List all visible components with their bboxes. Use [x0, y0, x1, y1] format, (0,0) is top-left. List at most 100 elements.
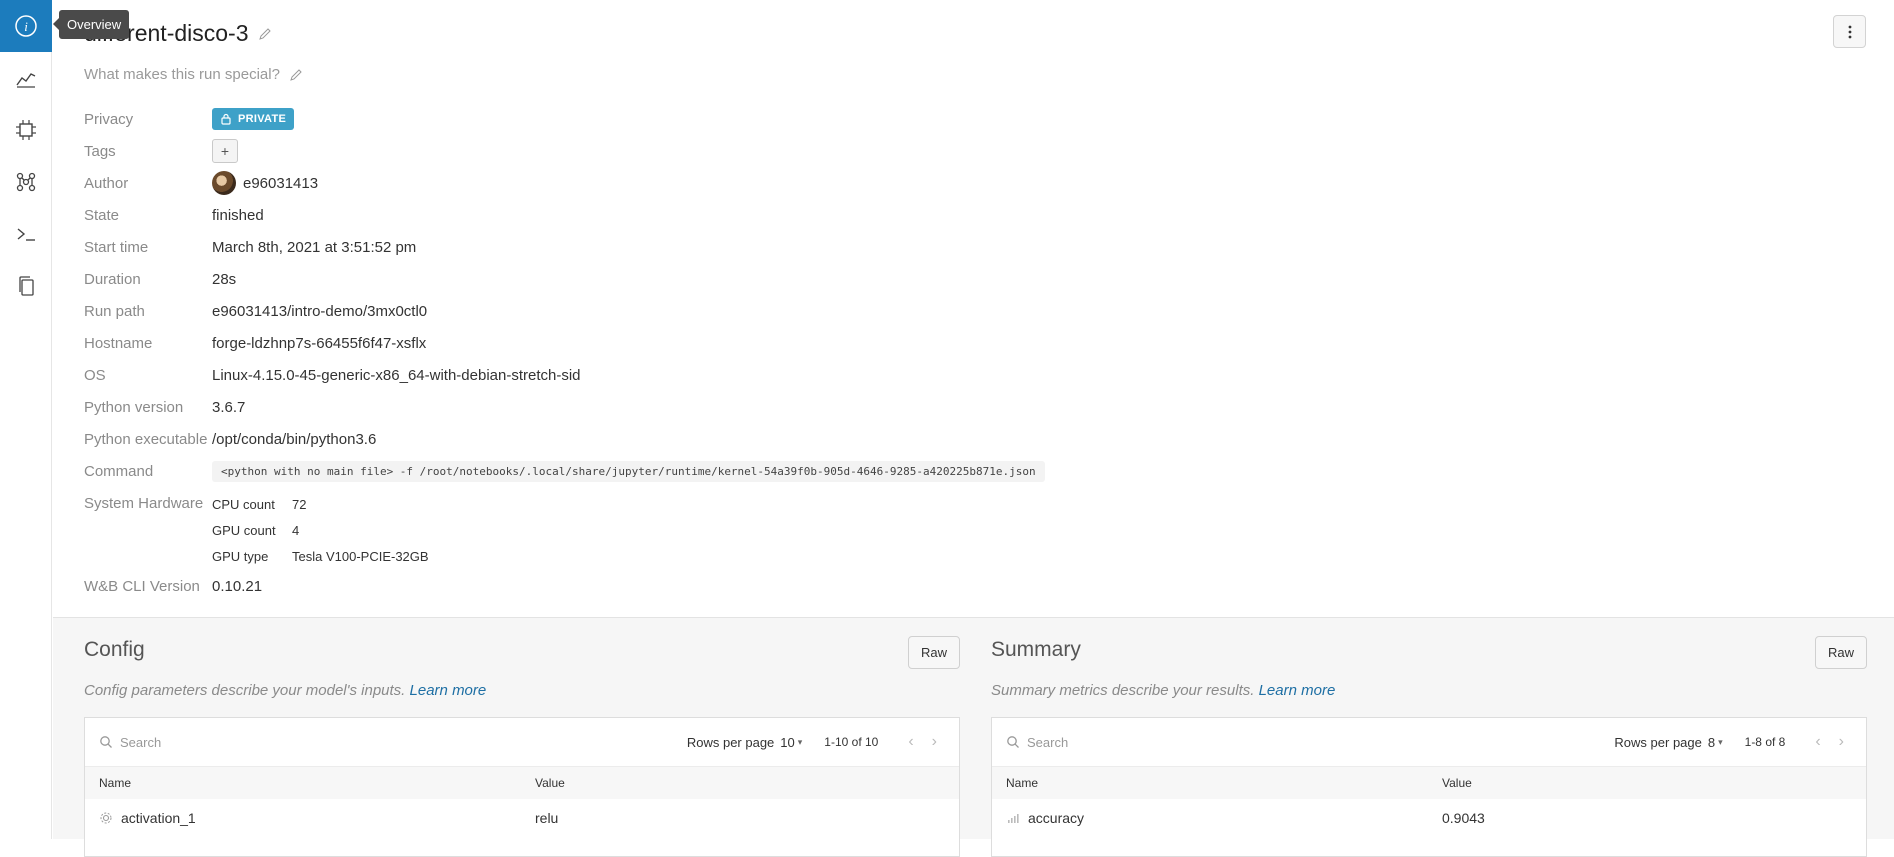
- hardware-key: GPU type: [212, 548, 269, 564]
- hardware-key: CPU count: [212, 496, 275, 512]
- sidebar-item-model[interactable]: [0, 156, 52, 208]
- info-icon: i: [15, 15, 37, 37]
- meta-label: Run path: [84, 302, 145, 320]
- python-executable-value: /opt/conda/bin/python3.6: [212, 430, 377, 448]
- run-description[interactable]: What makes this run special?: [84, 66, 303, 83]
- svg-text:i: i: [24, 19, 28, 34]
- meta-label: State: [84, 206, 120, 224]
- line-chart-icon: [16, 73, 36, 88]
- hardware-value: Tesla V100-PCIE-32GB: [292, 548, 429, 564]
- prev-page-icon[interactable]: ‹: [908, 733, 913, 751]
- model-graph-icon: [16, 172, 36, 192]
- hardware-row: GPU type Tesla V100-PCIE-32GB: [212, 543, 429, 569]
- summary-table-toolbar: Search Rows per page 8 ▾ 1-8 of 8 ‹ ›: [992, 718, 1866, 767]
- summary-learn-more-link[interactable]: Learn more: [1259, 682, 1336, 699]
- search-icon: [1007, 736, 1019, 748]
- start-time-value: March 8th, 2021 at 3:51:52 pm: [212, 238, 417, 256]
- config-learn-more-link[interactable]: Learn more: [410, 682, 487, 699]
- summary-key: accuracy: [1006, 810, 1442, 826]
- next-page-icon[interactable]: ›: [932, 733, 937, 751]
- os-value: Linux-4.15.0-45-generic-x86_64-with-debi…: [212, 366, 581, 384]
- summary-description: Summary metrics describe your results. L…: [991, 682, 1335, 699]
- sidebar-item-charts[interactable]: [0, 52, 52, 104]
- config-rows-per-page[interactable]: Rows per page 10 ▾: [687, 735, 802, 750]
- col-name-header[interactable]: Name: [99, 776, 535, 790]
- meta-hostname: Hostname forge-ldzhnp7s-66455f6f47-xsflx: [84, 331, 426, 355]
- meta-label: W&B CLI Version: [84, 577, 200, 595]
- add-tag-button[interactable]: +: [212, 139, 238, 163]
- table-row: activation_1 relu: [85, 799, 959, 837]
- more-options-button[interactable]: [1833, 15, 1866, 48]
- meta-python-executable: Python executable /opt/conda/bin/python3…: [84, 427, 376, 451]
- avatar[interactable]: [212, 171, 236, 195]
- summary-search[interactable]: Search: [1006, 735, 1614, 750]
- config-table: Search Rows per page 10 ▾ 1-10 of 10 ‹ ›…: [84, 717, 960, 857]
- summary-key-name: accuracy: [1028, 810, 1085, 826]
- summary-table: Search Rows per page 8 ▾ 1-8 of 8 ‹ › Na…: [991, 717, 1867, 857]
- meta-label: Start time: [84, 238, 149, 256]
- sidebar-item-overview[interactable]: i: [0, 0, 52, 52]
- config-value: relu: [535, 810, 559, 826]
- overview-tooltip: Overview: [52, 10, 130, 39]
- config-panel: Config Raw Config parameters describe yo…: [53, 618, 960, 857]
- run-path-value: e96031413/intro-demo/3mx0ctl0: [212, 302, 428, 320]
- privacy-value: PRIVATE: [238, 113, 287, 125]
- rows-per-page-label: Rows per page: [1614, 734, 1702, 750]
- description-placeholder: What makes this run special?: [84, 66, 280, 83]
- meta-author: Author e96031413: [84, 171, 318, 195]
- search-icon: [100, 736, 112, 748]
- edit-title-icon[interactable]: [258, 27, 272, 41]
- edit-description-icon[interactable]: [289, 68, 303, 82]
- meta-command: Command <python with no main file> -f /r…: [84, 459, 1045, 483]
- state-value: finished: [212, 206, 264, 224]
- config-pager: ‹ ›: [908, 733, 937, 751]
- config-key: activation_1: [99, 810, 535, 826]
- meta-privacy: Privacy PRIVATE: [84, 107, 295, 131]
- hardware-value: 4: [292, 522, 300, 538]
- sidebar-item-files[interactable]: [0, 260, 52, 312]
- meta-label: Duration: [84, 270, 141, 288]
- rows-per-page-value: 8: [1707, 734, 1716, 750]
- meta-label: Command: [84, 462, 154, 480]
- col-name-header[interactable]: Name: [1006, 776, 1442, 790]
- next-page-icon[interactable]: ›: [1839, 733, 1844, 751]
- meta-label: Tags: [84, 142, 116, 160]
- col-value-header[interactable]: Value: [535, 776, 565, 790]
- col-value-header[interactable]: Value: [1442, 776, 1472, 790]
- meta-state: State finished: [84, 203, 264, 227]
- files-icon: [19, 276, 34, 296]
- author-name[interactable]: e96031413: [243, 175, 318, 192]
- config-search[interactable]: Search: [99, 735, 687, 750]
- privacy-badge[interactable]: PRIVATE: [212, 108, 295, 130]
- meta-run-path: Run path e96031413/intro-demo/3mx0ctl0: [84, 299, 427, 323]
- sidebar: i: [0, 0, 52, 839]
- meta-label: Privacy: [84, 110, 134, 128]
- config-summary-section: Config Raw Config parameters describe yo…: [53, 617, 1894, 857]
- summary-search-placeholder: Search: [1027, 734, 1069, 750]
- config-description: Config parameters describe your model's …: [84, 682, 486, 699]
- summary-pager: ‹ ›: [1815, 733, 1844, 751]
- hardware-key: GPU count: [212, 522, 276, 538]
- meta-label: Author: [84, 174, 129, 192]
- vertical-dots-icon: [1848, 25, 1851, 38]
- meta-label: Python version: [84, 398, 184, 416]
- config-key-name: activation_1: [121, 810, 196, 826]
- sidebar-item-logs[interactable]: [0, 208, 52, 260]
- table-row: accuracy 0.9043: [992, 799, 1866, 837]
- sidebar-item-system[interactable]: [0, 104, 52, 156]
- meta-duration: Duration 28s: [84, 267, 236, 291]
- summary-rows-per-page[interactable]: Rows per page 8 ▾: [1614, 735, 1722, 750]
- meta-tags: Tags +: [84, 139, 238, 163]
- config-search-placeholder: Search: [120, 734, 162, 750]
- terminal-icon: [17, 228, 35, 241]
- summary-page-range: 1-8 of 8: [1744, 735, 1786, 749]
- bar-chart-icon: [1008, 814, 1019, 823]
- prev-page-icon[interactable]: ‹: [1815, 733, 1820, 751]
- summary-raw-button[interactable]: Raw: [1815, 636, 1867, 669]
- python-version-value: 3.6.7: [212, 398, 246, 416]
- meta-label: OS: [84, 366, 106, 384]
- config-table-toolbar: Search Rows per page 10 ▾ 1-10 of 10 ‹ ›: [85, 718, 959, 767]
- config-page-range: 1-10 of 10: [824, 735, 879, 749]
- config-raw-button[interactable]: Raw: [908, 636, 960, 669]
- meta-python-version: Python version 3.6.7: [84, 395, 245, 419]
